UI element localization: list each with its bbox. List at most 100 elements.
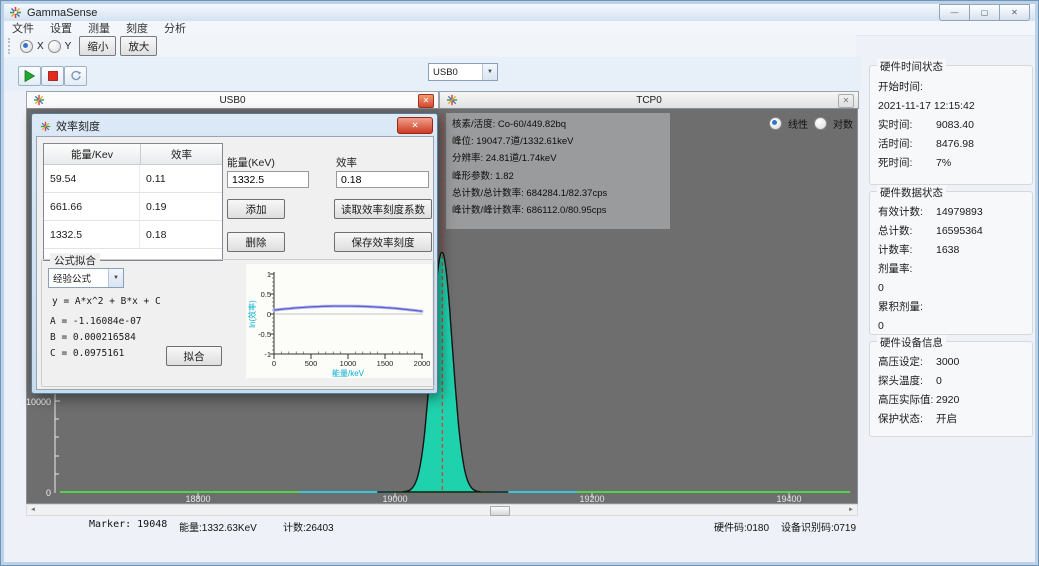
formula-select-value: 经验公式 bbox=[49, 271, 91, 285]
menu-measure[interactable]: 测量 bbox=[88, 20, 110, 36]
dialog-close-button[interactable]: ✕ bbox=[397, 117, 433, 134]
group-title: 硬件时间状态 bbox=[877, 59, 946, 74]
dialog-icon bbox=[40, 121, 51, 132]
fit-x-tick: 2000 bbox=[414, 359, 431, 368]
start-button[interactable] bbox=[18, 66, 41, 86]
live-time-value: 8476.98 bbox=[936, 138, 974, 150]
x-tick-19200: 19200 bbox=[579, 494, 604, 503]
overlay-resolution: 分辨率: 24.81道/1.74keV bbox=[452, 150, 664, 167]
accumulated-dose-label: 累积剂量: bbox=[878, 298, 936, 317]
menu-settings[interactable]: 设置 bbox=[50, 20, 72, 36]
dead-time-value: 7% bbox=[936, 157, 951, 169]
start-time-value: 2021-11-17 12:15:42 bbox=[878, 100, 975, 112]
cell-energy: 661.66 bbox=[44, 193, 140, 220]
chevron-down-icon: ▼ bbox=[482, 64, 497, 80]
group-title: 硬件数据状态 bbox=[877, 185, 946, 200]
hardware-data-status-group: 硬件数据状态 有效计数:14979893 总计数:16595364 计数率:16… bbox=[869, 191, 1033, 335]
tab-usb0[interactable]: USB0 ✕ bbox=[26, 91, 439, 109]
stop-button[interactable] bbox=[41, 66, 64, 86]
x-tick-19000: 19000 bbox=[382, 494, 407, 503]
menu-calibration[interactable]: 刻度 bbox=[126, 20, 148, 36]
start-time-label: 开始时间: bbox=[878, 78, 936, 97]
fit-y-tick: 1 bbox=[267, 270, 271, 279]
tab-usb0-close-icon[interactable]: ✕ bbox=[418, 94, 434, 108]
device-id-status: 设备识别码:0719 bbox=[781, 519, 856, 534]
dialog-body: 能量/Kev 效率 59.54 0.11 661.66 0.19 1332.5 … bbox=[36, 136, 434, 390]
formula-select[interactable]: 经验公式 ▼ bbox=[48, 268, 124, 288]
formula-fit-group: 公式拟合 经验公式 ▼ y = A*x^2 + B*x + C A = -1.1… bbox=[41, 259, 435, 387]
hv-actual-value: 2920 bbox=[936, 394, 959, 406]
spectrum-hscrollbar[interactable]: ◄ ► bbox=[26, 504, 858, 516]
add-button[interactable]: 添加 bbox=[227, 199, 285, 219]
overlay-total-counts: 总计数/总计数率: 684284.1/82.37cps bbox=[452, 185, 664, 202]
axis-x-radio[interactable] bbox=[20, 40, 33, 53]
table-row[interactable]: 661.66 0.19 bbox=[44, 193, 222, 221]
total-counts-label: 总计数: bbox=[878, 222, 936, 241]
marker-status: Marker: 19048 bbox=[89, 519, 167, 530]
calibration-table[interactable]: 能量/Kev 效率 59.54 0.11 661.66 0.19 1332.5 … bbox=[43, 143, 223, 261]
table-row[interactable]: 1332.5 0.18 bbox=[44, 221, 222, 249]
valid-counts-label: 有效计数: bbox=[878, 203, 936, 222]
zoom-toolbar: X Y 缩小 放大 bbox=[4, 35, 856, 58]
dose-rate-value: 0 bbox=[878, 282, 884, 294]
fit-button[interactable]: 拟合 bbox=[166, 346, 222, 366]
cell-efficiency: 0.19 bbox=[140, 193, 222, 220]
minimize-button[interactable]: — bbox=[939, 4, 970, 21]
table-header-energy[interactable]: 能量/Kev bbox=[44, 144, 141, 164]
overlay-peak-position: 峰位: 19047.7道/1332.61keV bbox=[452, 133, 664, 150]
chevron-down-icon: ▼ bbox=[108, 269, 123, 287]
table-row[interactable]: 59.54 0.11 bbox=[44, 165, 222, 193]
menu-file[interactable]: 文件 bbox=[12, 20, 34, 36]
menu-bar: 文件 设置 测量 刻度 分析 bbox=[4, 21, 1035, 36]
coefficient-b: B = 0.000216584 bbox=[50, 332, 136, 343]
live-time-label: 活时间: bbox=[878, 135, 936, 154]
device-select[interactable]: USB0 ▼ bbox=[428, 63, 498, 81]
scroll-left-icon[interactable]: ◄ bbox=[27, 505, 39, 515]
tab-tcp0[interactable]: TCP0 ✕ bbox=[439, 91, 859, 109]
delete-button[interactable]: 删除 bbox=[227, 232, 285, 252]
efficiency-input[interactable] bbox=[336, 171, 429, 188]
dead-time-label: 死时间: bbox=[878, 154, 936, 173]
linear-scale-label: 线性 bbox=[788, 116, 808, 131]
scroll-right-icon[interactable]: ► bbox=[845, 505, 857, 515]
overlay-peak-shape: 峰形参数: 1.82 bbox=[452, 168, 664, 185]
app-icon bbox=[9, 6, 22, 19]
read-coefficients-button[interactable]: 读取效率刻度系数 bbox=[334, 199, 432, 219]
energy-input[interactable] bbox=[227, 171, 309, 188]
refresh-icon bbox=[70, 70, 82, 82]
device-select-value: USB0 bbox=[429, 67, 458, 78]
coefficient-a: A = -1.16084e-07 bbox=[50, 316, 142, 327]
zoom-out-button[interactable]: 缩小 bbox=[79, 36, 116, 56]
fit-x-tick: 0 bbox=[272, 359, 276, 368]
fit-y-tick: -1 bbox=[264, 350, 271, 359]
x-tick-18800: 18800 bbox=[185, 494, 210, 503]
real-time-label: 实时间: bbox=[878, 116, 936, 135]
energy-status: 能量:1332.63KeV bbox=[179, 519, 257, 534]
hv-actual-label: 高压实际值: bbox=[878, 391, 936, 410]
zoom-in-button[interactable]: 放大 bbox=[120, 36, 157, 56]
log-scale-radio[interactable] bbox=[814, 117, 827, 130]
count-status: 计数:26403 bbox=[283, 519, 334, 534]
scrollbar-thumb[interactable] bbox=[490, 506, 510, 516]
linear-scale-radio[interactable] bbox=[769, 117, 782, 130]
y-tick-10000: 10000 bbox=[27, 397, 51, 407]
x-tick-19400: 19400 bbox=[776, 494, 801, 503]
tab-tcp0-close-icon[interactable]: ✕ bbox=[838, 94, 854, 108]
table-header-efficiency[interactable]: 效率 bbox=[141, 144, 222, 164]
efficiency-fit-plot: 1 0.5 0 -0.5 -1 0 500 1000 1500 2000 ln(… bbox=[246, 264, 432, 378]
axis-y-label: Y bbox=[65, 41, 72, 52]
menu-analysis[interactable]: 分析 bbox=[164, 20, 186, 36]
fit-x-tick: 500 bbox=[305, 359, 318, 368]
close-button[interactable]: ✕ bbox=[999, 4, 1030, 21]
maximize-button[interactable]: ▢ bbox=[969, 4, 1000, 21]
cell-energy: 59.54 bbox=[44, 165, 140, 192]
dialog-title-bar[interactable]: 效率刻度 bbox=[40, 118, 100, 134]
fit-y-tick: 0 bbox=[267, 310, 271, 319]
fit-y-axis-label: ln(效率) bbox=[247, 300, 257, 328]
refresh-button[interactable] bbox=[64, 66, 87, 86]
save-calibration-button[interactable]: 保存效率刻度 bbox=[334, 232, 432, 252]
formula-fit-group-title: 公式拟合 bbox=[50, 253, 100, 268]
axis-y-radio[interactable] bbox=[48, 40, 61, 53]
table-header: 能量/Kev 效率 bbox=[44, 144, 222, 165]
coefficient-c: C = 0.0975161 bbox=[50, 348, 124, 359]
